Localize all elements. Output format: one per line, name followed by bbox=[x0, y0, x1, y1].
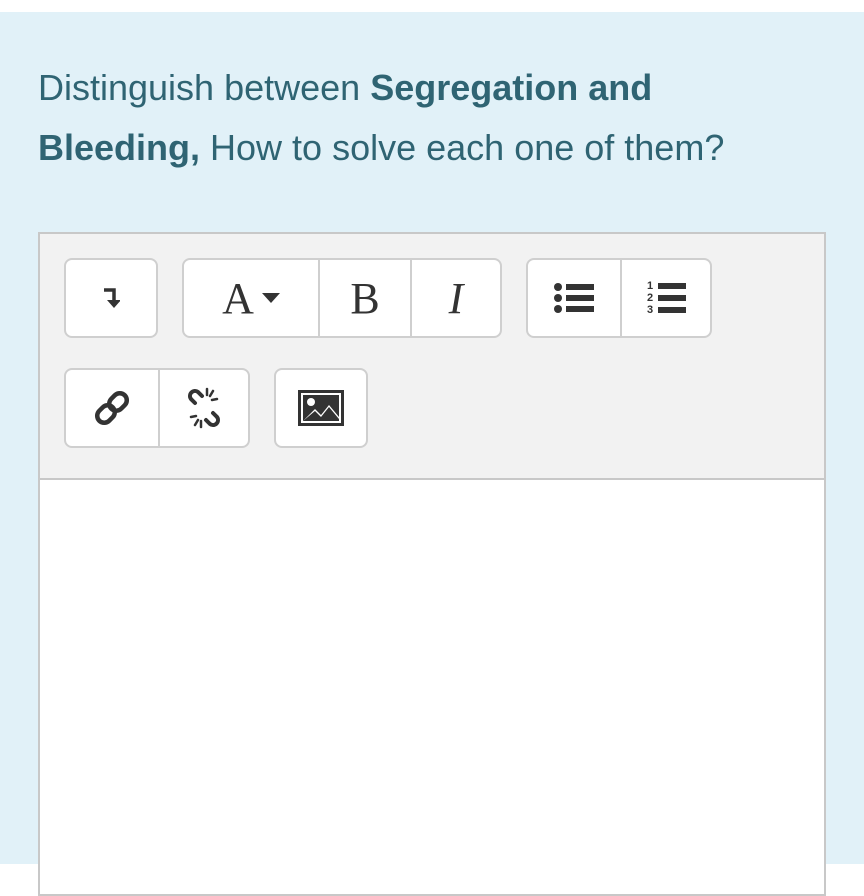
italic-button[interactable]: I bbox=[410, 260, 500, 336]
ordered-list-button[interactable]: 1 2 3 bbox=[620, 260, 710, 336]
editor-content-area[interactable] bbox=[40, 480, 824, 894]
dropdown-caret-icon bbox=[261, 293, 280, 303]
text-editor: A B I 1 2 3 bbox=[38, 232, 826, 896]
question-bold-term-1: Segregation and bbox=[370, 67, 653, 108]
ordered-list-icon: 1 2 3 bbox=[646, 279, 686, 317]
toolbar-group-media bbox=[274, 368, 368, 448]
italic-icon: I bbox=[448, 273, 464, 323]
unlink-button[interactable] bbox=[158, 370, 248, 446]
question-panel: Distinguish between Segregation and Bleed… bbox=[0, 12, 864, 896]
unordered-list-icon bbox=[554, 282, 594, 314]
expand-toolbar-button[interactable] bbox=[66, 260, 156, 336]
editor-toolbar: A B I 1 2 3 bbox=[40, 234, 824, 480]
image-icon bbox=[298, 390, 344, 426]
question-prefix: Distinguish between bbox=[38, 67, 371, 108]
question-suffix: How to solve each one of them? bbox=[200, 127, 725, 168]
svg-text:3: 3 bbox=[647, 304, 653, 316]
unlink-icon bbox=[183, 387, 225, 429]
font-style-button[interactable]: A bbox=[184, 260, 318, 336]
unordered-list-button[interactable] bbox=[528, 260, 620, 336]
link-button[interactable] bbox=[66, 370, 158, 446]
question-bold-term-2: Bleeding, bbox=[38, 127, 201, 168]
svg-text:2: 2 bbox=[647, 292, 653, 304]
link-icon bbox=[92, 388, 132, 428]
toolbar-group-expand bbox=[64, 258, 158, 338]
insert-image-button[interactable] bbox=[276, 370, 366, 446]
expand-toolbar-icon bbox=[102, 287, 120, 309]
font-style-icon: A bbox=[222, 273, 254, 323]
toolbar-group-text: A B I bbox=[182, 258, 502, 338]
question-text: Distinguish between Segregation and Bleed… bbox=[38, 58, 838, 178]
bold-icon: B bbox=[350, 273, 380, 323]
toolbar-group-lists: 1 2 3 bbox=[526, 258, 712, 338]
toolbar-group-links bbox=[64, 368, 250, 448]
svg-text:1: 1 bbox=[647, 280, 653, 292]
bold-button[interactable]: B bbox=[318, 260, 410, 336]
